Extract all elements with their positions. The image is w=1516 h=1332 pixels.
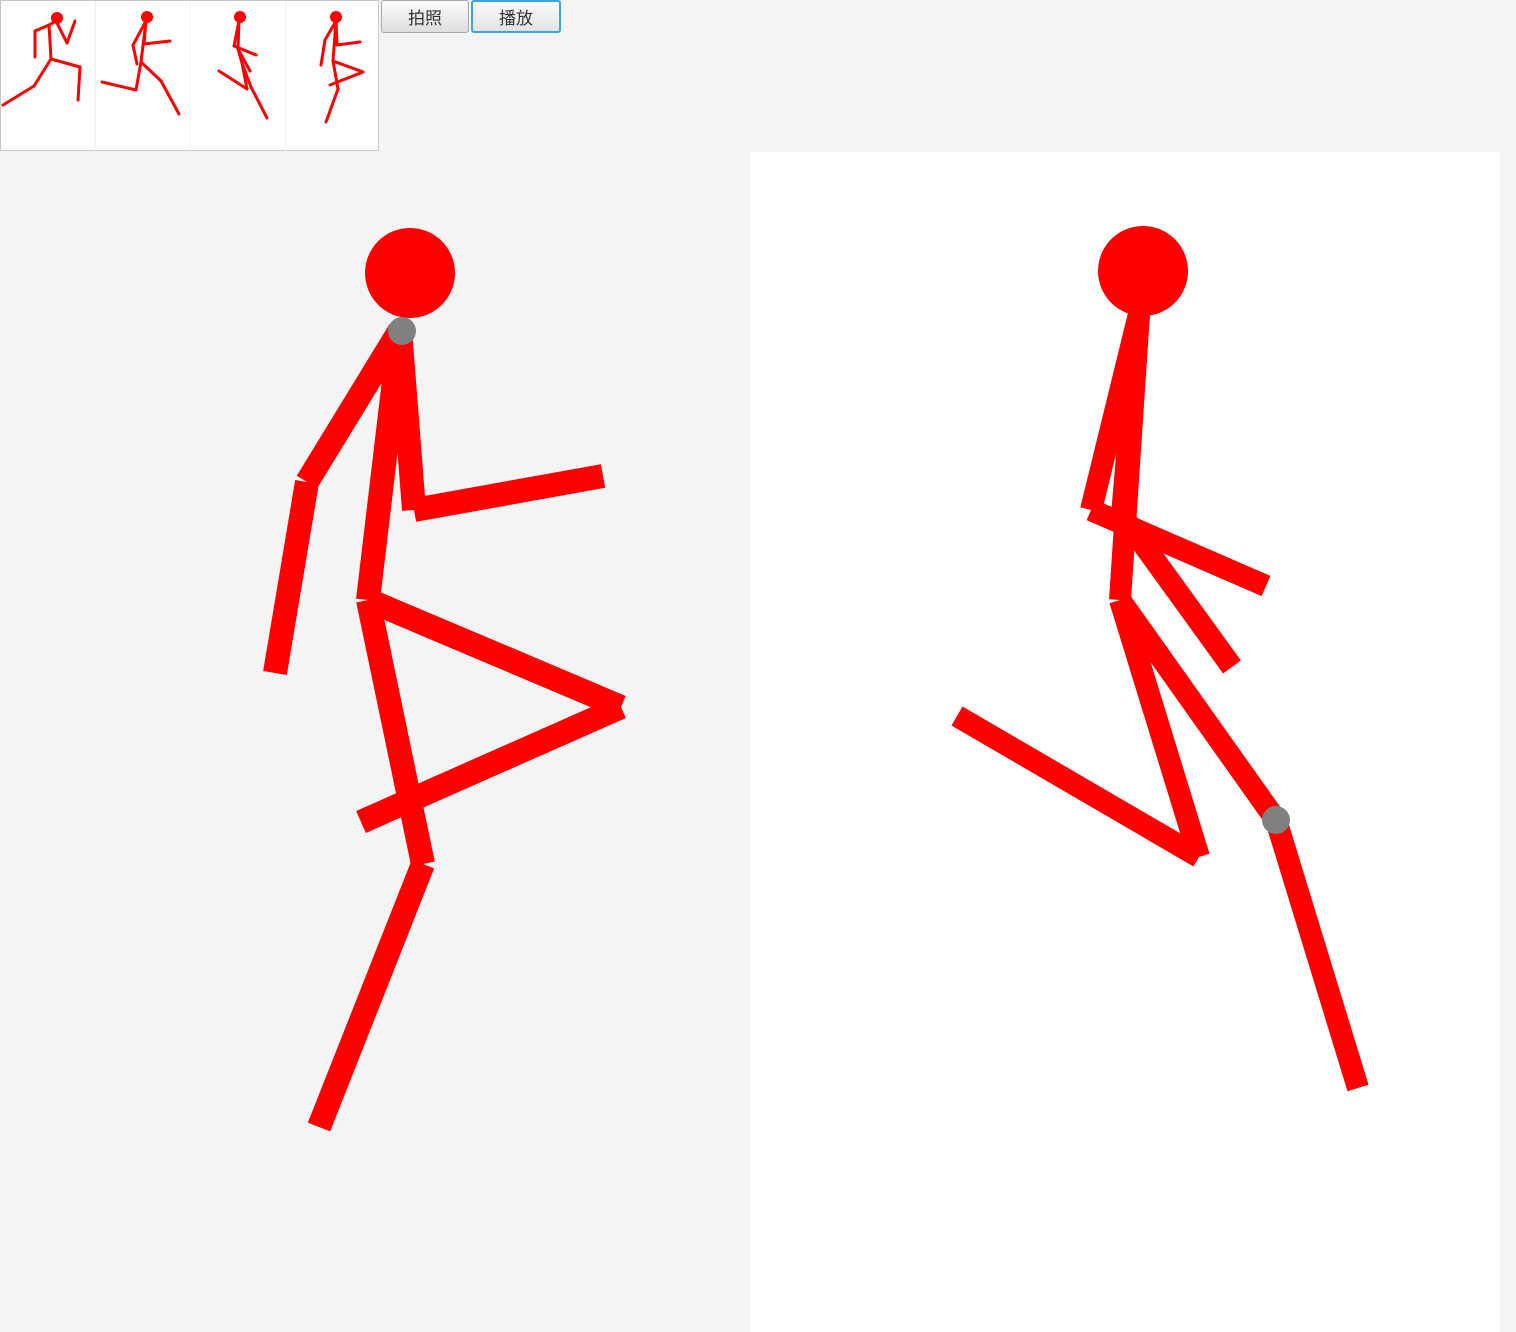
editable-stick-figure [263, 228, 626, 1132]
preview-joint-marker [1262, 806, 1290, 834]
thigh-front[interactable] [363, 588, 626, 719]
figure-head[interactable] [365, 228, 455, 318]
capture-button[interactable]: 拍照 [381, 0, 469, 33]
frame-thumbnail-2[interactable] [96, 1, 191, 152]
frame-1-figure [1, 12, 82, 107]
shin-back[interactable] [307, 859, 435, 1132]
forearm-back[interactable] [263, 480, 319, 675]
frame-thumbnail-strip [0, 0, 381, 152]
pose-editor-canvas[interactable] [0, 152, 750, 1332]
frame-3-figure [217, 11, 269, 120]
frame-4-figure [319, 11, 365, 124]
stick-figure-animator: 拍照 播放 [0, 0, 1516, 1332]
preview-head [1098, 226, 1188, 316]
frame-2-figure [100, 11, 181, 116]
frame-thumbnail-4[interactable] [286, 1, 381, 152]
preview-shin-front [1265, 816, 1369, 1092]
play-button[interactable]: 播放 [471, 0, 561, 33]
preview-stick-figure [951, 226, 1369, 1092]
animation-preview-canvas [750, 152, 1500, 1332]
frame-thumbnail-3[interactable] [191, 1, 286, 152]
frame-thumbnail-1[interactable] [1, 1, 96, 152]
selected-joint-handle[interactable] [388, 317, 416, 345]
forearm-front[interactable] [411, 464, 606, 522]
